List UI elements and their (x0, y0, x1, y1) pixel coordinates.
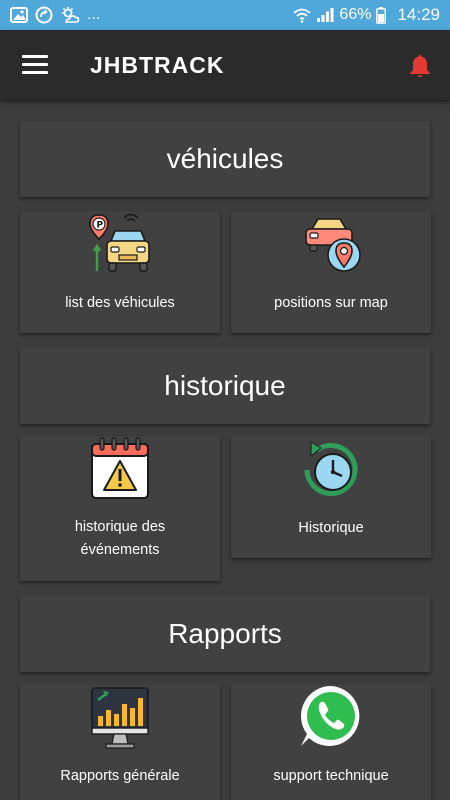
card-label: Historique (298, 520, 364, 536)
signal-icon (317, 8, 334, 22)
notifications-bell-button[interactable] (408, 53, 432, 79)
card-label: positions sur map (274, 295, 388, 311)
wifi-icon (293, 8, 312, 23)
section-header-vehicules: véhicules (20, 121, 430, 197)
card-technical-support[interactable]: support technique (231, 684, 431, 800)
card-history[interactable]: Historique (231, 436, 431, 558)
app-title: JHBTRACK (90, 52, 225, 78)
card-event-history[interactable]: historique des événements (20, 436, 220, 581)
card-label-line-1: historique des (74, 519, 166, 535)
status-bar: ... 66% 14:29 (0, 0, 450, 30)
card-label-line-2: événements (80, 542, 160, 558)
card-label: support technique (273, 768, 389, 784)
whatsapp-icon (301, 686, 360, 746)
weather-icon (62, 7, 80, 23)
hamburger-icon-line (22, 71, 48, 74)
battery-icon (376, 6, 387, 24)
card-vehicle-list[interactable]: P list des véhicules (20, 211, 220, 333)
status-bar-notifications: ... (10, 6, 293, 24)
image-icon (10, 7, 28, 23)
car-location-pin-icon (305, 218, 361, 272)
section-title: véhicules (166, 143, 284, 174)
calendar-warning-icon (91, 437, 149, 499)
section-header-historique: historique (20, 348, 430, 424)
battery-percentage: 66% (339, 6, 372, 23)
clock-history-icon (304, 441, 358, 496)
bar-chart-monitor-icon (91, 687, 149, 749)
card-label: Rapports générale (60, 768, 180, 784)
section-header-rapports: Rapports (20, 596, 430, 672)
hamburger-icon-line (22, 63, 48, 66)
section-title: historique (164, 370, 286, 401)
bell-icon (410, 55, 430, 78)
section-title: Rapports (168, 618, 282, 649)
card-general-reports[interactable]: Rapports générale (20, 684, 220, 800)
parked-car-icon: P (89, 213, 150, 272)
hamburger-icon-line (22, 55, 48, 58)
status-time: 14:29 (397, 5, 440, 24)
app-bar: JHBTRACK (0, 30, 450, 100)
card-label: list des véhicules (65, 295, 175, 311)
status-bar-system: 66% 14:29 (293, 5, 440, 25)
card-map-positions[interactable]: positions sur map (231, 211, 431, 333)
menu-button[interactable] (22, 55, 48, 75)
status-overflow-ellipsis: ... (87, 6, 101, 23)
sync-icon (35, 6, 53, 24)
svg-text:P: P (97, 221, 104, 231)
